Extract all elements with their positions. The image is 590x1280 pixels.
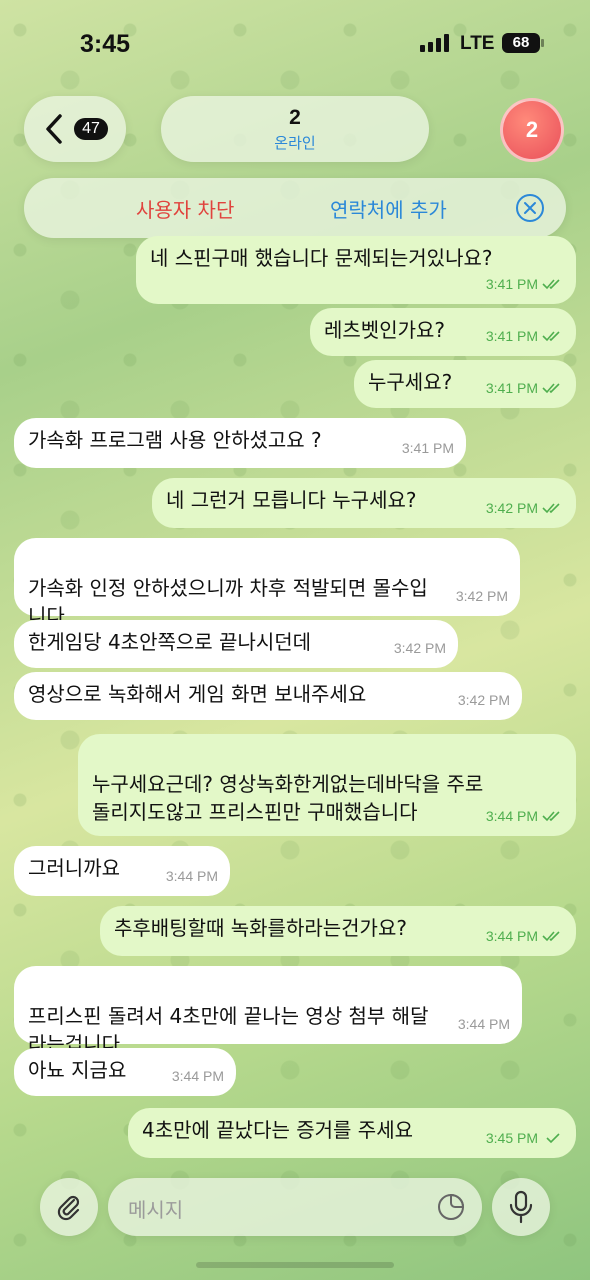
message-time: 3:41 PM	[485, 276, 538, 292]
microphone-button[interactable]	[492, 1178, 550, 1236]
message-text: 가속화 프로그램 사용 안하셨고요 ?	[28, 428, 322, 452]
message-time: 3:44 PM	[171, 1068, 224, 1084]
message-time: 3:45 PM	[485, 1130, 538, 1146]
message-text: 영상으로 녹화해서 게임 화면 보내주세요	[28, 682, 367, 706]
message-text: 네 스핀구매 했습니다 문제되는거있나요?	[150, 246, 493, 270]
message-bubble[interactable]: 그러니까요 3:44 PM	[14, 846, 230, 896]
message-bubble[interactable]: 누구세요근데? 영상녹화한게없는데바닥을 주로 돌리지도않고 프리스핀만 구매했…	[78, 734, 576, 836]
message-time: 3:44 PM	[485, 808, 538, 824]
double-check-icon	[542, 383, 560, 394]
message-bubble[interactable]: 프리스핀 돌려서 4초만에 끝나는 영상 첨부 해달 라는겁니다 3:44 PM	[14, 966, 522, 1056]
sticker-icon[interactable]	[436, 1192, 466, 1222]
message-text: 한게임당 4초안쪽으로 끝나시던데	[28, 630, 312, 654]
message-bubble[interactable]: 네 그런거 모릅니다 누구세요? 3:42 PM	[152, 478, 576, 528]
double-check-icon	[542, 811, 560, 822]
message-bubble[interactable]: 레츠벳인가요? 3:41 PM	[310, 308, 576, 356]
home-indicator	[196, 1262, 394, 1268]
message-time: 3:44 PM	[485, 928, 538, 944]
message-time: 3:44 PM	[165, 868, 218, 884]
message-bubble[interactable]: 아뇨 지금요 3:44 PM	[14, 1048, 236, 1096]
message-bubble[interactable]: 영상으로 녹화해서 게임 화면 보내주세요 3:42 PM	[14, 672, 522, 720]
message-bubble[interactable]: 4초만에 끝났다는 증거를 주세요 3:45 PM	[128, 1108, 576, 1158]
message-bubble[interactable]: 누구세요? 3:41 PM	[354, 360, 576, 408]
microphone-icon	[509, 1190, 533, 1224]
message-input[interactable]: 메시지	[108, 1178, 482, 1236]
message-bubble[interactable]: 네 스핀구매 했습니다 문제되는거있나요? 3:41 PM	[136, 236, 576, 304]
double-check-icon	[542, 503, 560, 514]
message-bubble[interactable]: 가속화 인정 안하셨으니까 차후 적발되면 몰수입 니다 3:42 PM	[14, 538, 520, 628]
double-check-icon	[542, 331, 560, 342]
message-bubble[interactable]: 한게임당 4초안쪽으로 끝나시던데 3:42 PM	[14, 620, 458, 668]
message-bubble[interactable]: 가속화 프로그램 사용 안하셨고요 ? 3:41 PM	[14, 418, 466, 468]
message-list: 네 스핀구매 했습니다 문제되는거있나요? 3:41 PM 레츠벳인가요? 3:…	[0, 0, 590, 1280]
message-time: 3:42 PM	[393, 640, 446, 656]
message-time: 3:41 PM	[485, 328, 538, 344]
paperclip-icon	[57, 1195, 80, 1221]
message-time: 3:44 PM	[457, 1016, 510, 1032]
double-check-icon	[542, 279, 560, 290]
message-time: 3:41 PM	[485, 380, 538, 396]
message-time: 3:42 PM	[455, 588, 508, 604]
message-time: 3:41 PM	[401, 440, 454, 456]
message-time: 3:42 PM	[457, 692, 510, 708]
message-time: 3:42 PM	[485, 500, 538, 516]
message-bubble[interactable]: 추후배팅할때 녹화를하라는건가요? 3:44 PM	[100, 906, 576, 956]
single-check-icon	[546, 1133, 560, 1144]
attach-button[interactable]	[40, 1178, 98, 1236]
double-check-icon	[542, 931, 560, 942]
message-input-placeholder: 메시지	[128, 1198, 184, 1222]
